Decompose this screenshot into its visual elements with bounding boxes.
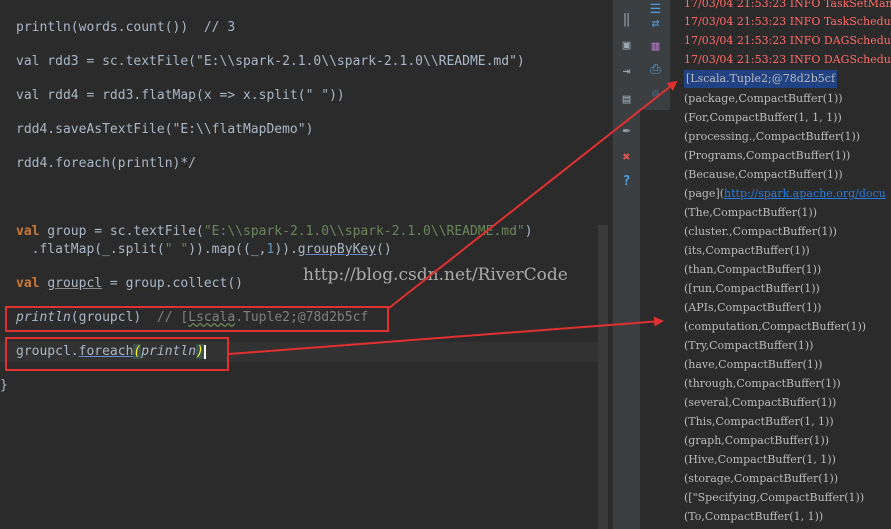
code-text: = group.collect() xyxy=(102,276,243,291)
code-line[interactable]: rdd4.foreach(println)*/ xyxy=(16,155,196,173)
output-line: (its,CompactBuffer(1)) xyxy=(684,244,810,257)
output-line: (processing.,CompactBuffer(1)) xyxy=(684,130,861,143)
keyword: val xyxy=(16,224,40,239)
output-line: (storage,CompactBuffer(1)) xyxy=(684,472,839,485)
selected-output-line: [Lscala.Tuple2;@78d2b5cf xyxy=(684,70,838,88)
output-line: (Programs,CompactBuffer(1)) xyxy=(684,149,851,162)
output-text: (page]( xyxy=(684,187,725,200)
annotation-box-println xyxy=(5,306,389,332)
page-link[interactable]: http://spark.apache.org/docu xyxy=(724,187,886,200)
output-line: (Try,CompactBuffer(1)) xyxy=(684,339,814,352)
output-line: (Because,CompactBuffer(1)) xyxy=(684,168,843,181)
output-line: (["Specifying,CompactBuffer(1)) xyxy=(684,491,865,504)
watermark: http://blog.csdn.net/RiverCode xyxy=(303,265,568,285)
console-output[interactable]: 17/03/04 21:53:23 INFO TaskSetManag 17/0… xyxy=(670,0,891,529)
output-line: (For,CompactBuffer(1, 1, 1)) xyxy=(684,111,842,124)
code-line[interactable]: val rdd3 = sc.textFile("E:\\spark-2.1.0\… xyxy=(16,53,525,71)
output-line: (cluster.,CompactBuffer(1)) xyxy=(684,225,837,238)
code-text: .flatMap(_.split( xyxy=(16,242,165,257)
method-name: groupByKey xyxy=(297,242,377,257)
editor-scrollbar[interactable] xyxy=(598,225,608,529)
string-literal: " " xyxy=(164,242,189,257)
code-line[interactable]: rdd4.saveAsTextFile("E:\\flatMapDemo") xyxy=(16,121,313,139)
output-line: (than,CompactBuffer(1)) xyxy=(684,263,822,276)
code-line[interactable]: println(words.count()) // 3 xyxy=(16,19,235,37)
output-line: (graph,CompactBuffer(1)) xyxy=(684,434,830,447)
output-line: (The,CompactBuffer(1)) xyxy=(684,206,817,219)
login-icon[interactable]: ⇥ xyxy=(617,62,636,81)
wrap-icon[interactable]: ⇄ xyxy=(646,14,665,33)
pin-icon[interactable]: ✒ xyxy=(617,121,636,140)
log-line: 17/03/04 21:53:23 INFO TaskSchedule xyxy=(684,15,891,28)
code-line-groupcl[interactable]: val groupcl = group.collect() xyxy=(16,275,243,293)
output-line: (computation,CompactBuffer(1)) xyxy=(684,320,867,333)
log-line: 17/03/04 21:53:23 INFO DAGScheduler xyxy=(684,53,891,66)
annotation-box-foreach xyxy=(5,337,229,371)
run-toolbar: ‖ ▣ ⇥ ▤ ✒ ✖ ? xyxy=(612,0,640,529)
scroll-to-end-icon[interactable]: ▥ xyxy=(646,37,665,56)
output-line: (APIs,CompactBuffer(1)) xyxy=(684,301,822,314)
output-line: (To,CompactBuffer(1, 1)) xyxy=(684,510,824,523)
code-line-group[interactable]: val group = sc.textFile("E:\\spark-2.1.0… xyxy=(16,223,533,241)
log-line: 17/03/04 21:53:23 INFO DAGScheduler xyxy=(684,34,891,47)
output-line: (through,CompactBuffer(1)) xyxy=(684,377,841,390)
output-line: ([run,CompactBuffer(1)) xyxy=(684,282,820,295)
help-icon[interactable]: ? xyxy=(617,172,636,191)
output-line: (several,CompactBuffer(1)) xyxy=(684,396,837,409)
print-icon[interactable]: ⎙ xyxy=(646,60,665,79)
code-text: group = sc.textFile( xyxy=(39,224,204,239)
keyword: val xyxy=(16,276,40,291)
code-text: )). xyxy=(274,242,298,257)
code-line[interactable]: val rdd4 = rdd3.flatMap(x => x.split(" "… xyxy=(16,87,345,105)
code-line-flatmap[interactable]: .flatMap(_.split(" ")).map((_,1)).groupB… xyxy=(16,241,392,259)
log-line: 17/03/04 21:53:23 INFO TaskSetManag xyxy=(684,0,891,10)
output-line: (page](http://spark.apache.org/docu xyxy=(684,185,886,203)
output-line: (Hive,CompactBuffer(1, 1)) xyxy=(684,453,836,466)
output-line: (This,CompactBuffer(1, 1)) xyxy=(684,415,834,428)
code-text: () xyxy=(376,242,392,257)
string-literal: "E:\\spark-2.1.0\\spark-2.1.0\\README.md… xyxy=(203,224,525,239)
code-text: )).map((_, xyxy=(188,242,267,257)
camera-icon[interactable]: ▣ xyxy=(617,36,636,55)
code-text: ) xyxy=(524,224,533,239)
layout-icon[interactable]: ▤ xyxy=(617,90,636,109)
closing-brace[interactable]: } xyxy=(0,377,8,395)
output-line: (package,CompactBuffer(1)) xyxy=(684,92,843,105)
close-icon[interactable]: ✖ xyxy=(617,148,636,167)
console-toolbar: ☰ ⇄ ▥ ⎙ ♲ xyxy=(640,0,670,110)
output-line: (have,CompactBuffer(1)) xyxy=(684,358,823,371)
variable-name: groupcl xyxy=(47,276,103,291)
trash-icon[interactable]: ♲ xyxy=(646,84,665,103)
code-editor[interactable]: println(words.count()) // 3 val rdd3 = s… xyxy=(0,0,610,529)
pause-icon[interactable]: ‖ xyxy=(617,10,636,29)
